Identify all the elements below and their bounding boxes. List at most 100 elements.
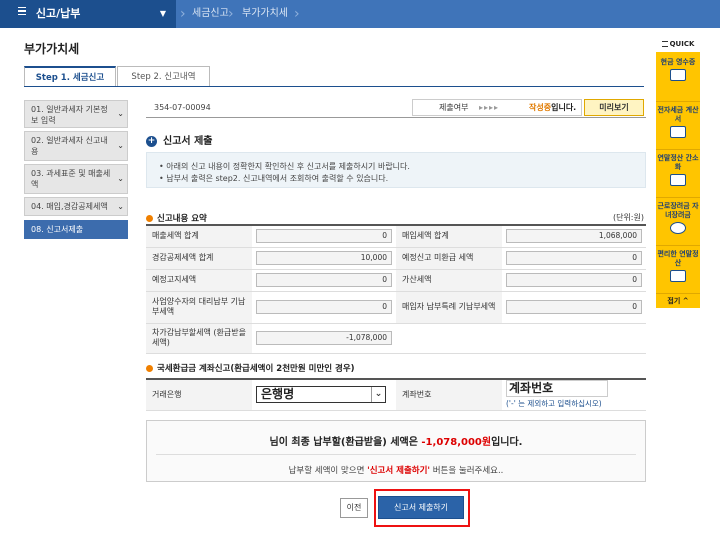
chevron-down-icon: ⌄ (371, 387, 385, 403)
summary-label: 차가감납부할세액 (환급받을세액) (146, 323, 252, 354)
sidebar-item-label: 08. 신고서제출 (31, 225, 84, 234)
table-row: 차가감납부할세액 (환급받을세액) -1,078,000 (146, 323, 646, 354)
summary-value: 0 (506, 300, 642, 314)
summary-value: -1,078,000 (256, 331, 392, 345)
summary-value: 0 (506, 273, 642, 287)
sidebar-item-tax-base[interactable]: 03. 과세표준 및 매출세액 ⌄ (24, 164, 128, 194)
sidebar-item-label: 04. 매입,경감공제세액 (31, 202, 108, 211)
menu-icon (661, 41, 668, 47)
step-sidebar: 01. 일반과세자 기본정보 입력 ⌄ 02. 일반과세자 신고내용 ⌄ 03.… (24, 100, 128, 242)
main-menu-dropdown[interactable]: 신고/납부 ▼ (0, 0, 176, 28)
summary-label: 경감공제세액 합계 (146, 247, 252, 270)
summary-label: 매출세액 합계 (146, 225, 252, 248)
bank-label: 거래은행 (146, 379, 252, 411)
unit-label: (단위:원) (612, 213, 644, 222)
refund-account-table: 거래은행 은행명 ⌄ 계좌번호 계좌번호 ('-' 는 제외하고 입력하십시오) (146, 378, 646, 411)
final-tax-amount: -1,078,000원 (421, 437, 492, 448)
tab-step2[interactable]: Step 2. 신고내역 (117, 66, 210, 86)
summary-value: 0 (256, 300, 392, 314)
sidebar-item-deduction[interactable]: 04. 매입,경감공제세액 ⌄ (24, 197, 128, 216)
summary-value: 0 (506, 251, 642, 265)
summary-label: 가산세액 (396, 269, 502, 292)
table-row: 매출세액 합계 0 매입세액 합계 1,068,000 (146, 225, 646, 248)
heart-icon (670, 222, 686, 234)
business-number: 354-07-00094 (154, 103, 211, 112)
summary-value (502, 323, 646, 354)
chevron-right-icon: › (228, 6, 234, 22)
chevron-right-icon: › (294, 6, 300, 22)
notice-line: • 아래의 신고 내용이 정확한지 확인하신 후 신고서를 제출하시기 바랍니다… (159, 162, 410, 171)
sidebar-item-label: 02. 일반과세자 신고내용 (31, 136, 108, 156)
quick-item-incentive[interactable]: 근로장려금 자녀장려금 (656, 198, 700, 246)
quick-menu-title: QUICK (656, 36, 700, 52)
summary-value: 0 (256, 229, 392, 244)
bank-select[interactable]: 은행명 ⌄ (256, 386, 386, 404)
table-row: 예정고지세액 0 가산세액 0 (146, 269, 646, 292)
breadcrumb: › 세금신고 › 부가가치세 › (176, 0, 720, 28)
chat-icon (670, 270, 686, 282)
submit-report-button[interactable]: 신고서 제출하기 (378, 496, 464, 519)
summary-value: 10,000 (256, 251, 392, 265)
chevron-down-icon: ⌄ (117, 174, 124, 183)
summary-label: 매입세액 합계 (396, 225, 502, 248)
quick-item-year-end[interactable]: 연말정산 간소화 (656, 150, 700, 198)
account-hint: ('-' 는 제외하고 입력하십시오) (506, 399, 602, 409)
quick-item-cash-receipt[interactable]: 현금 영수증 (656, 54, 700, 102)
status-row: 354-07-00094 제출여부 ▸▸▸▸ 작성중입니다. 미리보기 (146, 96, 646, 118)
table-row: 경감공제세액 합계 10,000 예정신고 미환급 세액 0 (146, 247, 646, 270)
tab-divider (24, 86, 644, 87)
summary-value: 1,068,000 (506, 229, 642, 244)
chevron-down-icon: ⌄ (117, 141, 124, 150)
plus-icon: + (146, 135, 157, 147)
quick-menu: QUICK 현금 영수증 전자세금 계산서 연말정산 간소화 근로장려금 자녀장… (656, 36, 700, 308)
quick-item-easy-year-end[interactable]: 편리한 연말정산 (656, 246, 700, 294)
notice-box: • 아래의 신고 내용이 정확한지 확인하신 후 신고서를 제출하시기 바랍니다… (146, 152, 646, 188)
summary-value: 0 (256, 273, 392, 287)
submit-instruction: 납부할 세액이 맞으면 '신고서 제출하기' 버튼을 눌러주세요.. (288, 466, 504, 476)
summary-label: 예정고지세액 (146, 269, 252, 292)
quick-menu-collapse[interactable]: 접기 ^ (656, 294, 700, 308)
calculator-icon (670, 174, 686, 186)
sidebar-item-report-content[interactable]: 02. 일반과세자 신고내용 ⌄ (24, 131, 128, 161)
hamburger-icon (18, 5, 26, 18)
divider (156, 454, 636, 455)
breadcrumb-item-tax-filing[interactable]: 세금신고 (192, 0, 229, 28)
invoice-icon (670, 126, 686, 138)
preview-button[interactable]: 미리보기 (584, 99, 644, 116)
chevron-down-icon: ⌄ (117, 109, 124, 118)
status-label: 제출여부 (439, 103, 469, 112)
account-number-input[interactable]: 계좌번호 (506, 380, 608, 398)
top-navigation-bar: 신고/납부 ▼ › 세금신고 › 부가가치세 › (0, 0, 720, 28)
quick-menu-list: 현금 영수증 전자세금 계산서 연말정산 간소화 근로장려금 자녀장려금 편리한… (656, 52, 700, 294)
chevron-down-icon: ⌄ (117, 201, 124, 211)
submission-status: 제출여부 ▸▸▸▸ 작성중입니다. (412, 99, 582, 116)
summary-table: 매출세액 합계 0 매입세액 합계 1,068,000 경감공제세액 합계 10… (146, 224, 646, 354)
section-heading: + 신고서 제출 (146, 135, 213, 147)
summary-label: 사업양수자의 대리납부 기납부세액 (146, 291, 252, 324)
breadcrumb-item-vat[interactable]: 부가가치세 (242, 0, 288, 28)
notice-line: • 납부서 출력은 step2. 신고내역에서 조회하여 출력할 수 있습니다. (159, 174, 389, 183)
table-row: 사업양수자의 대리납부 기납부세액 0 매입자 납부특례 기납부세액 0 (146, 291, 646, 324)
previous-button[interactable]: 이전 (340, 498, 368, 518)
summary-label: 매입자 납부특례 기납부세액 (396, 291, 502, 324)
sidebar-item-label: 03. 과세표준 및 매출세액 (31, 169, 111, 189)
page-title: 부가가치세 (24, 42, 80, 56)
refund-heading: 국세환급금 계좌신고(환급세액이 2천만원 미만인 경우) (146, 362, 355, 374)
quick-item-e-invoice[interactable]: 전자세금 계산서 (656, 102, 700, 150)
summary-label: 예정신고 미환급 세액 (396, 247, 502, 270)
result-box: 님이 최종 납부할(환급받을) 세액은 -1,078,000원입니다. 납부할 … (146, 420, 646, 482)
summary-label (396, 323, 502, 354)
final-tax-message: 님이 최종 납부할(환급받을) 세액은 -1,078,000원입니다. (269, 437, 523, 448)
receipt-icon (670, 69, 686, 81)
bullet-icon (146, 365, 153, 372)
table-row: 거래은행 은행명 ⌄ 계좌번호 계좌번호 ('-' 는 제외하고 입력하십시오) (146, 379, 646, 411)
sidebar-item-submit[interactable]: 08. 신고서제출 (24, 220, 128, 239)
sidebar-item-basic-info[interactable]: 01. 일반과세자 기본정보 입력 ⌄ (24, 100, 128, 128)
chevron-right-icon: › (180, 6, 186, 22)
status-arrows: ▸▸▸▸ (479, 103, 500, 112)
bullet-icon (146, 215, 153, 222)
tab-step1[interactable]: Step 1. 세금신고 (24, 66, 116, 86)
sidebar-item-label: 01. 일반과세자 기본정보 입력 (31, 105, 108, 125)
account-number-label: 계좌번호 (396, 379, 502, 411)
status-value: 작성중입니다. (529, 103, 577, 112)
